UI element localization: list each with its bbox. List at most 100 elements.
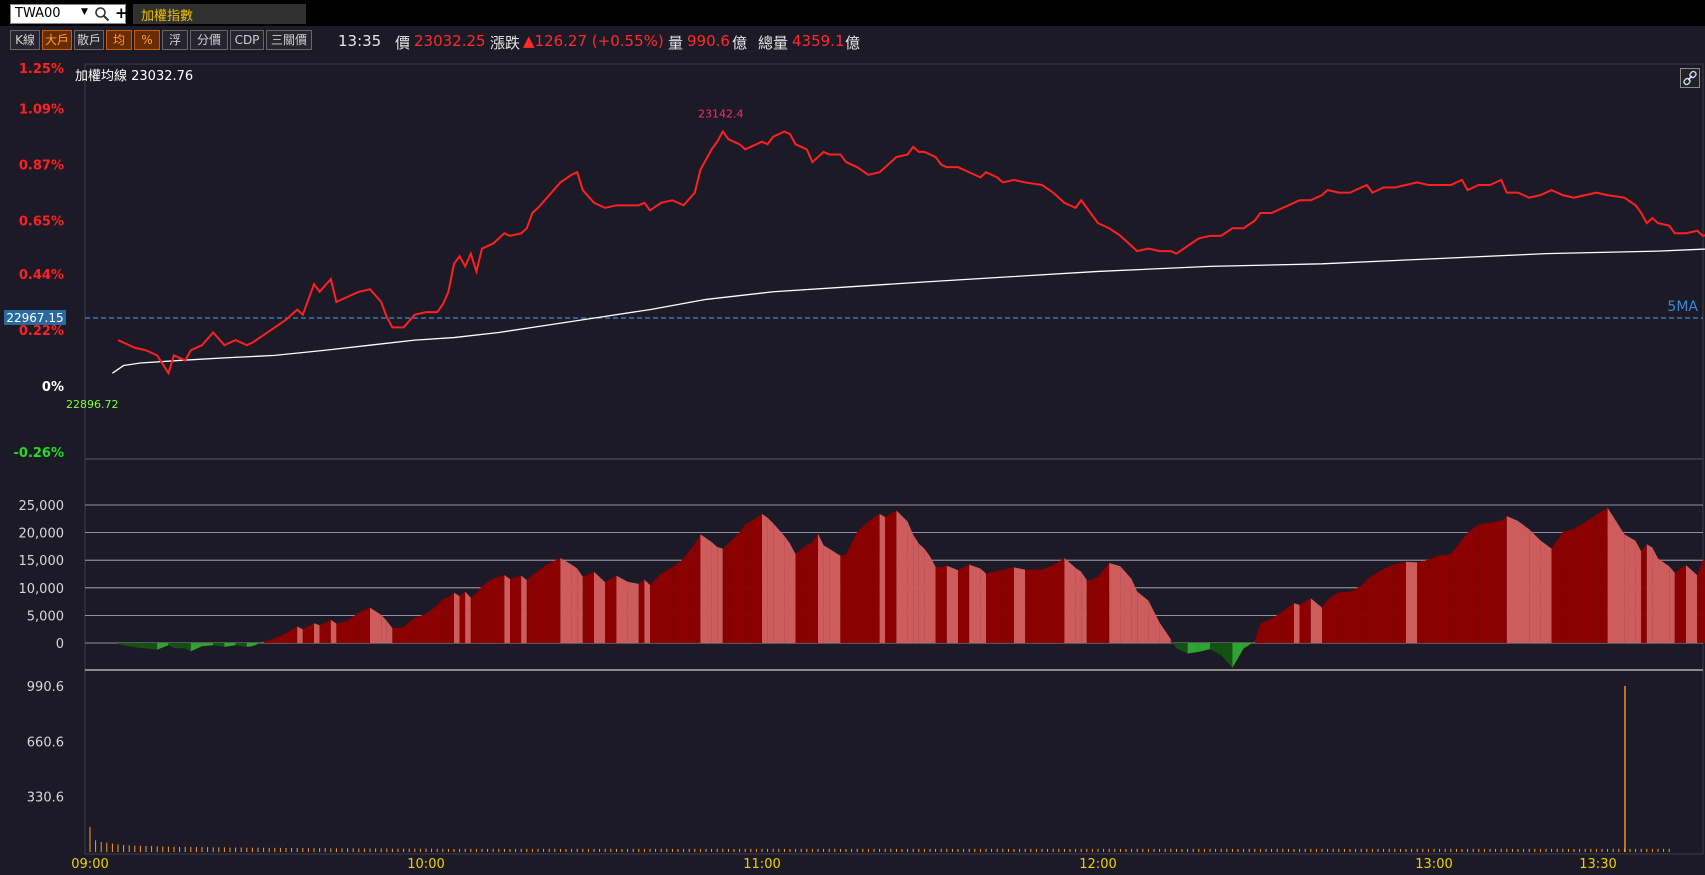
net-area-segment <box>1075 567 1082 643</box>
net-area-segment <box>1198 643 1210 652</box>
net-area-segment <box>1327 592 1339 643</box>
net-area-segment <box>386 620 393 643</box>
net-area-segment <box>627 581 639 643</box>
net-area-segment <box>426 605 438 643</box>
net-area-segment <box>1624 534 1636 643</box>
y-tick-label-pct: 0.65% <box>19 215 64 230</box>
price-line <box>117 129 1705 376</box>
net-area-segment <box>252 641 264 647</box>
net-area-segment <box>263 638 275 643</box>
net-area-segment <box>1417 559 1429 643</box>
net-area-segment <box>1540 540 1552 643</box>
net-area-segment <box>235 643 247 647</box>
net-area-segment <box>118 643 135 648</box>
net-area-segment <box>454 592 460 643</box>
net-area-segment <box>918 543 925 643</box>
net-area-segment <box>521 575 527 643</box>
net-area-segment <box>1350 586 1362 643</box>
net-area-segment <box>767 517 774 643</box>
net-area-segment <box>762 513 768 643</box>
ma5-label: 5MA <box>1667 299 1698 315</box>
net-area-segment <box>616 575 628 643</box>
net-area-segment <box>442 597 449 643</box>
net-area-segment <box>1383 564 1395 643</box>
net-area-segment <box>868 513 880 643</box>
x-tick-label: 11:00 <box>743 857 780 872</box>
link-icon[interactable] <box>1680 68 1700 88</box>
net-area-segment <box>1518 521 1530 643</box>
net-area-segment <box>644 579 650 643</box>
net-area-segment <box>846 532 858 643</box>
net-area-segment <box>336 620 348 643</box>
net-area-segment <box>526 575 533 643</box>
net-area-segment <box>823 545 830 643</box>
net-area-segment <box>213 643 225 647</box>
net-area-segment <box>1406 561 1418 643</box>
net-area-segment <box>1501 516 1507 643</box>
net-area-segment <box>1394 561 1406 643</box>
net-area-segment <box>174 643 186 649</box>
y-tick-label-net: 10,000 <box>19 582 65 597</box>
net-area-segment <box>1014 567 1026 643</box>
net-area-segment <box>190 643 202 652</box>
net-area-segment <box>728 532 740 643</box>
y-tick-label-pct: 0% <box>42 380 64 395</box>
net-area-segment <box>1170 639 1177 649</box>
net-area-segment <box>829 548 841 643</box>
y-tick-label-pct: 0.87% <box>19 159 64 174</box>
net-area-segment <box>1064 557 1076 643</box>
net-area-segment <box>1322 599 1328 643</box>
net-area-segment <box>1053 557 1065 643</box>
net-area-segment <box>806 542 813 643</box>
net-area-segment <box>1646 544 1653 643</box>
net-area-segment <box>739 524 746 643</box>
net-area-segment <box>694 534 701 643</box>
x-tick-label: 13:00 <box>1415 857 1452 872</box>
net-area-segment <box>1159 622 1171 643</box>
net-area-segment <box>246 643 253 647</box>
net-area-segment <box>896 510 908 643</box>
y-tick-label-pct: 1.25% <box>19 62 64 77</box>
net-area-segment <box>1506 516 1518 643</box>
net-area-segment <box>672 558 684 643</box>
net-area-segment <box>711 541 718 643</box>
net-area-segment <box>146 643 158 650</box>
net-area-segment <box>202 643 214 647</box>
net-area-segment <box>1467 524 1479 643</box>
net-area-segment <box>812 533 818 643</box>
high-price-label: 23142.4 <box>698 108 744 121</box>
net-area-segment <box>913 534 919 643</box>
net-area-segment <box>538 562 550 643</box>
net-area-segment <box>1243 641 1255 649</box>
net-area-segment <box>885 510 897 643</box>
net-area-segment <box>638 579 645 643</box>
intraday-chart[interactable]: 加權均線 23032.76 5MA 23142.4 22896.72 1.25% 1.0… <box>0 0 1705 875</box>
net-area-segment <box>1294 603 1300 643</box>
net-area-segment <box>941 565 947 643</box>
net-area-segment <box>297 626 303 643</box>
net-area-segment <box>381 614 387 643</box>
net-area-segment <box>549 557 561 643</box>
net-area-segment <box>717 546 723 643</box>
net-area-segment <box>1450 539 1462 643</box>
net-area-segment <box>1232 643 1244 668</box>
net-area-segment <box>907 521 914 643</box>
net-area-segment <box>1338 591 1350 643</box>
net-area-segment <box>157 643 169 650</box>
net-area-segment <box>1490 521 1502 643</box>
net-area-segment <box>1098 562 1110 643</box>
net-area-segment <box>560 557 572 643</box>
net-area-segment <box>1254 623 1261 643</box>
y-tick-label-net: 25,000 <box>19 499 65 514</box>
net-area-segment <box>683 543 695 643</box>
net-area-segment <box>930 556 936 643</box>
net-area-segment <box>790 543 796 643</box>
x-tick-label: 13:30 <box>1579 857 1616 872</box>
net-area-segment <box>274 633 286 643</box>
net-area-segment <box>1120 566 1132 643</box>
net-area-segment <box>224 643 236 647</box>
net-area-segment <box>1669 566 1675 643</box>
ma-price-tag-text: 22967.15 <box>6 311 63 325</box>
y-tick-label-pct: -0.26% <box>14 446 65 461</box>
net-area-segment <box>1462 532 1468 643</box>
